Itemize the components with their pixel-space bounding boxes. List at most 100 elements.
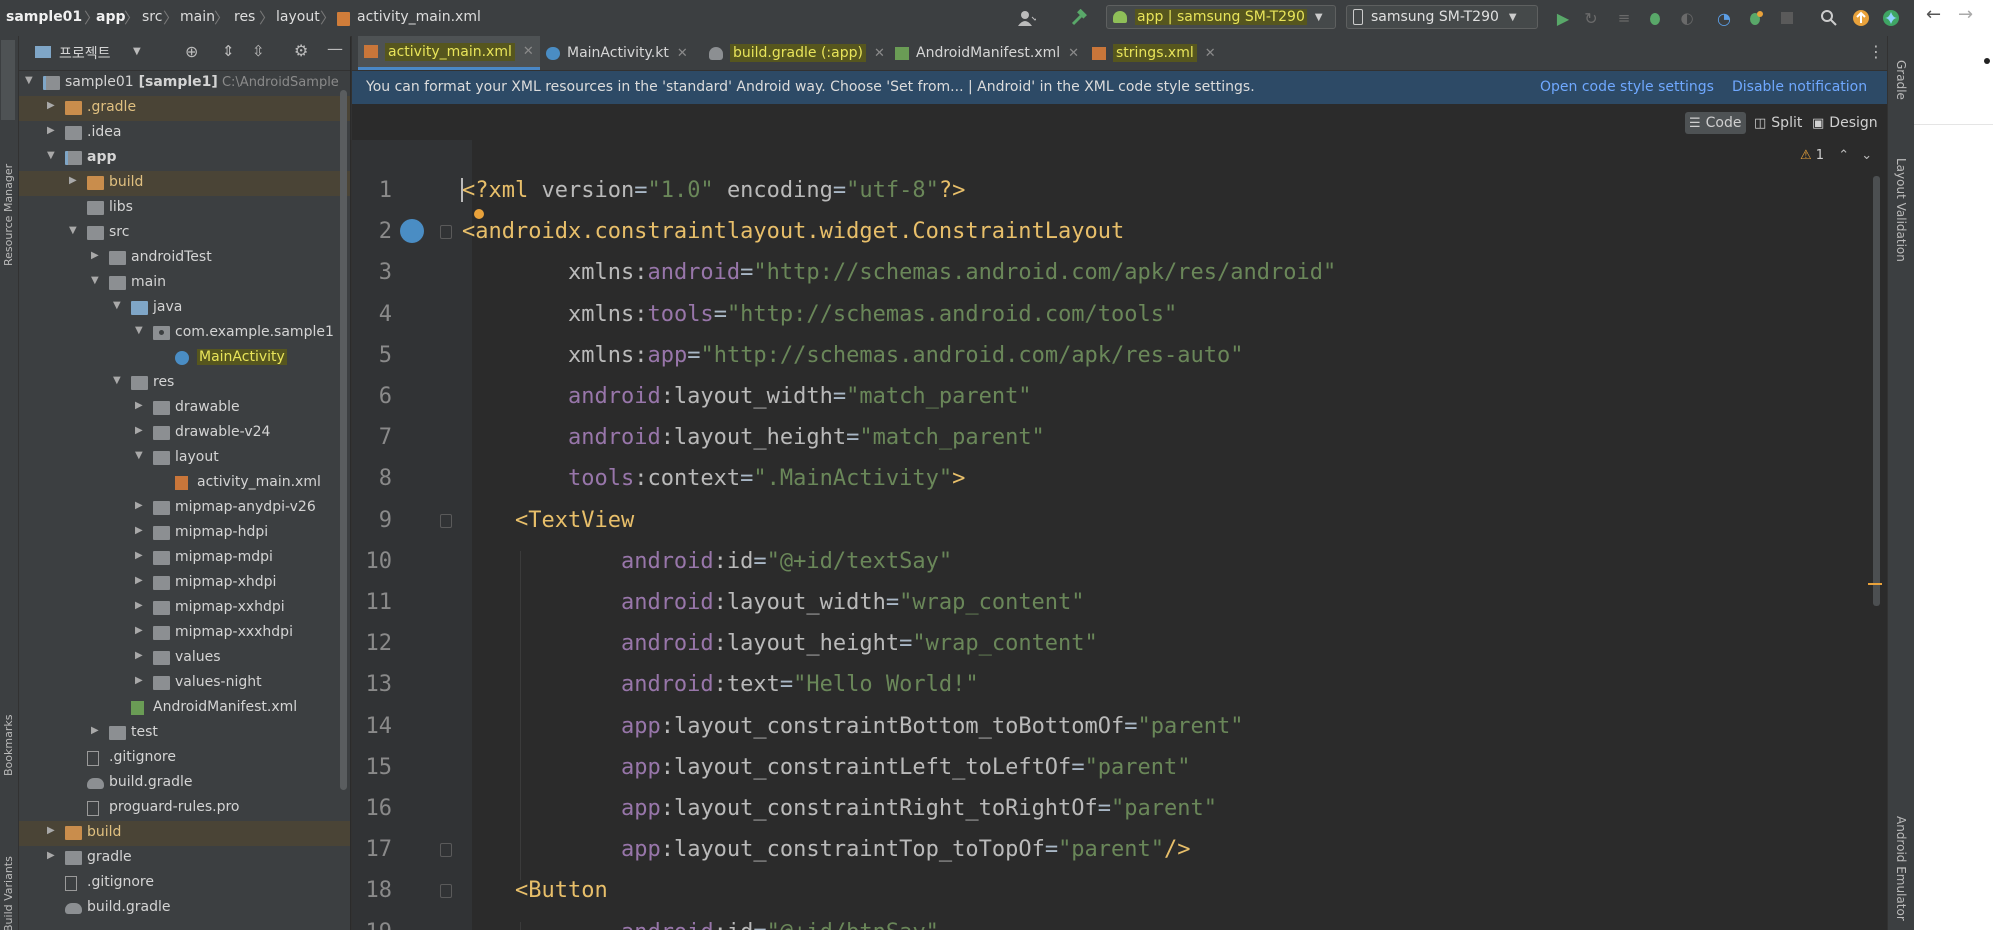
stop-icon[interactable]	[1776, 7, 1798, 29]
fold-marker-icon[interactable]	[440, 225, 452, 240]
tree-item[interactable]: ▶ mipmap-mdpi	[19, 546, 350, 571]
hide-panel-icon[interactable]: —	[327, 39, 343, 58]
chevron-right-icon[interactable]: ▶	[135, 675, 147, 689]
close-icon[interactable]: ✕	[1205, 46, 1216, 61]
layout-validation-tool[interactable]: Layout Validation	[1894, 158, 1908, 262]
tree-item[interactable]: ▶ values-night	[19, 671, 350, 696]
chevron-down-icon[interactable]: ▼	[133, 46, 141, 57]
tree-item[interactable]: AndroidManifest.xml	[19, 696, 350, 721]
account-icon[interactable]	[1016, 7, 1038, 29]
fold-marker-icon[interactable]	[440, 843, 452, 858]
tree-item[interactable]: ▶ .gradle	[19, 96, 350, 121]
breadcrumb-file[interactable]: activity_main.xml	[357, 9, 481, 25]
close-icon[interactable]: ✕	[523, 44, 534, 59]
warning-stripe-marker[interactable]	[1868, 583, 1882, 585]
tree-item[interactable]: ▼ main	[19, 271, 350, 296]
tree-item[interactable]: build.gradle	[19, 771, 350, 796]
chevron-right-icon[interactable]: ▶	[91, 725, 103, 739]
bug-sync-icon[interactable]	[1744, 7, 1766, 29]
tree-item[interactable]: ▶ test	[19, 721, 350, 746]
lightbulb-icon[interactable]	[474, 209, 484, 220]
android-emulator-tool[interactable]: Android Emulator	[1894, 816, 1908, 921]
breadcrumb-src[interactable]: src	[142, 9, 162, 25]
more-options-icon[interactable]: ⋮	[1868, 42, 1884, 61]
tree-item[interactable]: ▶ gradle	[19, 846, 350, 871]
split-mode-button[interactable]: ◫ Split	[1750, 112, 1806, 134]
disable-notification-link[interactable]: Disable notification	[1732, 79, 1867, 95]
gear-icon[interactable]: ⚙	[294, 41, 308, 60]
tree-item[interactable]: MainActivity	[19, 346, 350, 371]
activity-gutter-icon[interactable]	[400, 219, 424, 244]
tree-item[interactable]: .gitignore	[19, 746, 350, 771]
tree-item[interactable]: ▶ .idea	[19, 121, 350, 146]
breadcrumb-project[interactable]: sample01	[6, 9, 82, 25]
editor-tab[interactable]: activity_main.xml ✕	[358, 36, 540, 70]
rerun-icon[interactable]: ↻	[1580, 7, 1602, 29]
chevron-right-icon[interactable]: ▶	[91, 250, 103, 264]
close-icon[interactable]: ✕	[874, 46, 885, 61]
resource-manager-tool[interactable]: Resource Manager	[2, 164, 15, 266]
inspection-widget[interactable]: ⚠ 1 ⌃ ⌄	[1800, 148, 1872, 163]
tree-item[interactable]: libs	[19, 196, 350, 221]
tree-item[interactable]: proguard-rules.pro	[19, 796, 350, 821]
build-variants-tool[interactable]: Build Variants	[2, 856, 15, 930]
tree-item[interactable]: ▶ mipmap-hdpi	[19, 521, 350, 546]
breadcrumb-main[interactable]: main	[180, 9, 215, 25]
chevron-down-icon[interactable]: ▼	[113, 375, 125, 389]
chevron-right-icon[interactable]: ▶	[135, 500, 147, 514]
tree-item[interactable]: ▶ drawable	[19, 396, 350, 421]
tree-item[interactable]: ▶ build	[19, 821, 350, 846]
editor-tab[interactable]: build.gradle (:app) ✕	[703, 36, 891, 70]
tree-item[interactable]: ▶ androidTest	[19, 246, 350, 271]
tree-item[interactable]: ▶ build	[19, 171, 350, 196]
project-view-select[interactable]: 프로젝트	[59, 43, 111, 63]
tree-item[interactable]: ▼ layout	[19, 446, 350, 471]
tree-item[interactable]: build.gradle	[19, 896, 350, 921]
tree-item[interactable]: ▼ java	[19, 296, 350, 321]
fold-marker-icon[interactable]	[440, 884, 452, 899]
chevron-right-icon[interactable]: ▶	[47, 825, 59, 839]
tree-item[interactable]: ▼ src	[19, 221, 350, 246]
project-scrollbar[interactable]	[340, 90, 347, 790]
tree-item[interactable]: ▼ com.example.sample1	[19, 321, 350, 346]
tree-item[interactable]: ▶ mipmap-xhdpi	[19, 571, 350, 596]
tree-item[interactable]: activity_main.xml	[19, 471, 350, 496]
open-code-style-settings-link[interactable]: Open code style settings	[1540, 79, 1714, 95]
breadcrumb-app[interactable]: app	[96, 9, 126, 25]
chevron-right-icon[interactable]: ▶	[135, 550, 147, 564]
chevron-right-icon[interactable]: ▶	[47, 850, 59, 864]
tree-item[interactable]: ▶ mipmap-xxxhdpi	[19, 621, 350, 646]
device-select[interactable]: samsung SM-T290 ▼	[1346, 5, 1538, 29]
back-arrow-icon[interactable]: ←	[1926, 4, 1941, 25]
chevron-down-icon[interactable]: ▼	[47, 150, 59, 164]
hammer-icon[interactable]	[1068, 7, 1090, 29]
chevron-right-icon[interactable]: ▶	[135, 600, 147, 614]
breadcrumb-layout[interactable]: layout	[276, 9, 320, 25]
chevron-right-icon[interactable]: ▶	[69, 175, 81, 189]
expand-all-icon[interactable]: ⇕	[222, 42, 235, 60]
debug-icon[interactable]	[1644, 7, 1666, 29]
chevron-right-icon[interactable]: ▶	[135, 575, 147, 589]
next-highlight-icon[interactable]: ⌄	[1861, 148, 1872, 163]
project-tool-button[interactable]	[1, 40, 15, 120]
tree-item[interactable]: ▼ res	[19, 371, 350, 396]
code-mode-button[interactable]: ☰ Code	[1685, 112, 1746, 134]
editor-tab[interactable]: MainActivity.kt ✕	[540, 36, 694, 70]
close-icon[interactable]: ✕	[1068, 46, 1079, 61]
update-icon[interactable]	[1850, 7, 1872, 29]
locate-icon[interactable]: ⊕	[185, 42, 198, 61]
chevron-right-icon[interactable]: ▶	[47, 100, 59, 114]
chevron-right-icon[interactable]: ▶	[135, 650, 147, 664]
apply-changes-icon[interactable]: ≡	[1613, 7, 1635, 29]
previous-highlight-icon[interactable]: ⌃	[1838, 148, 1849, 163]
fold-marker-icon[interactable]	[440, 513, 452, 528]
chevron-right-icon[interactable]: ▶	[47, 125, 59, 139]
run-icon[interactable]: ▶	[1552, 7, 1574, 29]
tree-item[interactable]: ▶ values	[19, 646, 350, 671]
chevron-right-icon[interactable]: ▶	[135, 400, 147, 414]
run-configuration-select[interactable]: app | samsung SM-T290 ▼	[1106, 5, 1336, 29]
tree-item[interactable]: .gitignore	[19, 871, 350, 896]
editor-tab[interactable]: AndroidManifest.xml ✕	[889, 36, 1085, 70]
chevron-right-icon[interactable]: ▶	[135, 525, 147, 539]
tree-item[interactable]: ▼ sample01 [sample1] C:\AndroidSample	[19, 71, 350, 96]
